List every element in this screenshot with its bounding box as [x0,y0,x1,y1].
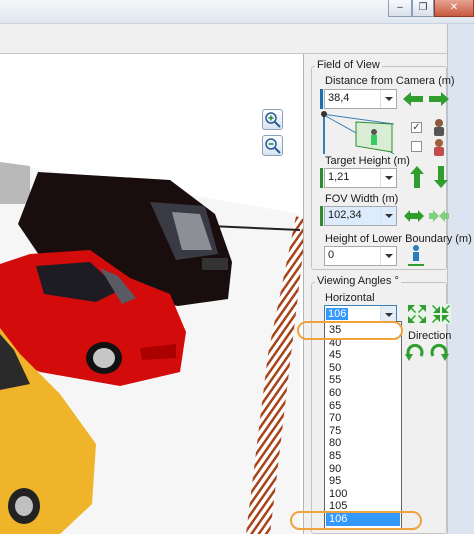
restore-button[interactable]: ❐ [412,0,434,17]
fov-width-combo[interactable]: 102,34 [324,206,397,226]
background-tree [0,162,30,204]
field-of-view-title: Field of View [315,59,382,71]
dropdown-option[interactable]: 55 [326,374,400,387]
dropdown-option[interactable]: 90 [326,463,400,476]
distance-label: Distance from Camera (m) [325,75,455,87]
target-height-value: 1,21 [328,171,350,183]
dropdown-option[interactable]: 75 [326,425,400,438]
dropdown-option[interactable]: 85 [326,450,400,463]
lower-boundary-combo[interactable]: 0 [324,246,397,266]
dropdown-option[interactable]: 70 [326,412,400,425]
distance-combo[interactable]: 38,4 [324,89,397,109]
person-male-icon [434,119,444,136]
distance-arrows [403,92,449,106]
horizontal-angle-value: 106 [326,308,349,320]
expand-horizontal-icon [404,210,424,222]
chevron-down-icon[interactable] [380,247,396,265]
fov-width-accent [320,206,323,226]
target-height-label: Target Height (m) [325,155,410,167]
arrow-right-icon [429,92,449,106]
dropdown-option[interactable]: 80 [326,437,400,450]
3d-viewport[interactable] [0,54,304,534]
minimize-button[interactable]: – [388,0,412,17]
target-height-arrows [410,166,448,188]
angle-buttons [407,304,451,324]
highlight-selected-option [290,511,422,530]
close-button[interactable]: ✕ [434,0,474,17]
target-height-accent [320,168,323,188]
zoom-in-button[interactable] [262,109,283,130]
dropdown-option[interactable]: 95 [326,475,400,488]
rotate-right-icon [430,343,449,361]
collapse-horizontal-icon [429,210,449,222]
show-person-checkbox[interactable] [411,141,422,152]
arrow-down-icon [434,166,448,188]
target-height-combo[interactable]: 1,21 [324,168,397,188]
dropdown-option[interactable]: 65 [326,400,400,413]
distance-accent [320,89,323,109]
lower-boundary-label: Height of Lower Boundary (m) [325,233,472,245]
dropdown-option[interactable]: 60 [326,387,400,400]
viewing-angles-title: Viewing Angles ° [315,275,401,287]
parking-scene [0,54,303,534]
magnifier-plus-icon [265,112,281,128]
arrow-up-icon [410,166,424,188]
horizontal-angle-dropdown[interactable]: 35 40 45 50 55 60 65 70 75 80 85 90 95 100 105 106 [324,321,402,530]
distance-value: 38,4 [328,92,350,104]
toolbar-strip [0,24,474,54]
dropdown-option[interactable]: 50 [326,362,400,375]
lower-boundary-value: 0 [328,249,335,261]
direction-label: Direction [408,330,452,342]
person-icons [434,119,444,156]
chevron-down-icon[interactable] [380,169,396,187]
lower-boundary-person-icon [408,245,424,266]
chevron-down-icon[interactable] [380,90,396,108]
person-female-icon [434,139,444,156]
dropdown-option[interactable]: 100 [326,488,400,501]
rotate-left-icon [405,343,424,361]
collapse-all-icon [431,304,451,324]
chevron-down-icon[interactable] [380,207,396,225]
magnifier-minus-icon [265,138,281,154]
zoom-out-button[interactable] [262,135,283,156]
dropdown-option[interactable]: 45 [326,349,400,362]
fov-width-arrows [404,210,449,222]
fov-width-value: 102,34 [328,209,362,221]
window-right-frame [447,24,474,534]
arrow-left-icon [403,92,423,106]
camera-fov-diagram [321,111,395,155]
expand-all-icon [407,304,427,324]
fov-width-label: FOV Width (m) [325,193,399,205]
direction-buttons [405,343,449,361]
horizontal-label: Horizontal [325,292,375,304]
show-camera-checkbox[interactable]: ✓ [411,122,422,133]
highlight-first-option [297,321,403,340]
